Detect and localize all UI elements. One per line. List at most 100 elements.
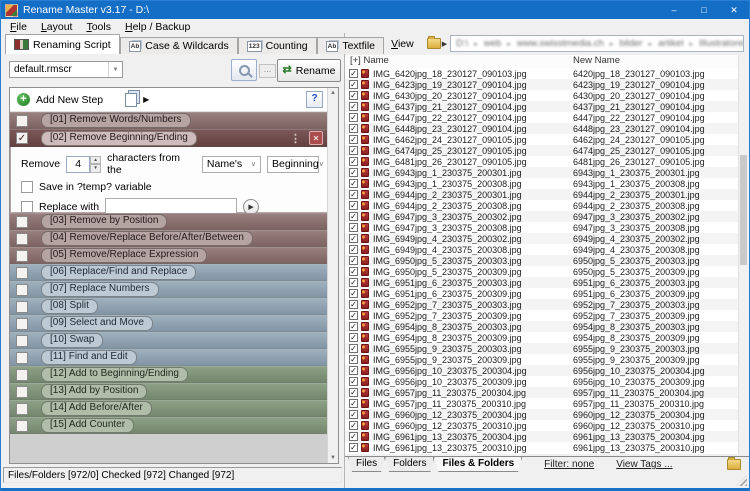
- file-row[interactable]: ✓ IMG_6961jpg_13_230375_200304.jpg 6961j…: [345, 431, 741, 442]
- step-checkbox[interactable]: [16, 233, 28, 245]
- add-new-step-label[interactable]: Add New Step: [36, 94, 103, 106]
- step-checkbox[interactable]: [16, 369, 28, 381]
- file-checkbox[interactable]: ✓: [349, 157, 358, 166]
- resize-grip[interactable]: [736, 475, 747, 486]
- step-checkbox[interactable]: [16, 318, 28, 330]
- step-label[interactable]: [06] Replace/Find and Replace: [41, 265, 196, 280]
- replace-with-checkbox[interactable]: [21, 201, 33, 213]
- file-row[interactable]: ✓ IMG_6949jpg_4_230375_200308.jpg 6949jp…: [345, 244, 741, 255]
- rename-button[interactable]: ⇄ Rename: [277, 59, 341, 82]
- file-checkbox[interactable]: ✓: [349, 322, 358, 331]
- file-list-scrollbar[interactable]: [738, 55, 748, 454]
- script-step[interactable]: [08] Split ⋮ ✕: [10, 298, 328, 315]
- file-row[interactable]: ✓ IMG_6947jpg_3_230375_200302.jpg 6947jp…: [345, 211, 741, 222]
- file-row[interactable]: ✓ IMG_6947jpg_3_230375_200308.jpg 6947jp…: [345, 222, 741, 233]
- tab-case-wildcards[interactable]: AbCase & Wildcards: [120, 37, 238, 54]
- file-row[interactable]: ✓ IMG_6437jpg_21_230127_090104.jpg 6437j…: [345, 101, 741, 112]
- step-checkbox[interactable]: [16, 284, 28, 296]
- breadcrumb-item[interactable]: www.swisstmedia.ch: [517, 38, 604, 49]
- source-select[interactable]: Name's ∨: [202, 156, 261, 173]
- menu-help-backup[interactable]: Help / Backup: [118, 21, 197, 33]
- close-step-button[interactable]: ✕: [309, 131, 323, 145]
- breadcrumb-item[interactable]: web: [484, 38, 501, 49]
- script-step[interactable]: [06] Replace/Find and Replace ⋮ ✕: [10, 264, 328, 281]
- step-checkbox[interactable]: [16, 216, 28, 228]
- file-row[interactable]: ✓ IMG_6944jpg_2_230375_200301.jpg 6944jp…: [345, 189, 741, 200]
- step-checkbox[interactable]: [16, 301, 28, 313]
- file-checkbox[interactable]: ✓: [349, 410, 358, 419]
- save-temp-checkbox[interactable]: [21, 181, 33, 193]
- file-checkbox[interactable]: ✓: [349, 289, 358, 298]
- file-row[interactable]: ✓ IMG_6448jpg_23_230127_090104.jpg 6448j…: [345, 123, 741, 134]
- script-step[interactable]: [04] Remove/Replace Before/After/Between…: [10, 230, 328, 247]
- file-checkbox[interactable]: ✓: [349, 311, 358, 320]
- file-checkbox[interactable]: ✓: [349, 80, 358, 89]
- file-row[interactable]: ✓ IMG_6956jpg_10_230375_200304.jpg 6956j…: [345, 365, 741, 376]
- file-checkbox[interactable]: ✓: [349, 201, 358, 210]
- filter-link[interactable]: Filter: none: [544, 459, 594, 470]
- file-row[interactable]: ✓ IMG_6954jpg_8_230375_200309.jpg 6954jp…: [345, 332, 741, 343]
- file-row[interactable]: ✓ IMG_6957jpg_11_230375_200310.jpg 6957j…: [345, 398, 741, 409]
- step-label[interactable]: [13] Add by Position: [41, 384, 147, 399]
- step-label[interactable]: [12] Add to Beginning/Ending: [41, 367, 188, 382]
- file-row[interactable]: ✓ IMG_6957jpg_11_230375_200304.jpg 6957j…: [345, 387, 741, 398]
- file-row[interactable]: ✓ IMG_6447jpg_22_230127_090104.jpg 6447j…: [345, 112, 741, 123]
- bottom-tab-files-folders[interactable]: Files & Folders: [434, 457, 522, 472]
- more-options-button[interactable]: ...: [259, 64, 276, 78]
- step-checkbox[interactable]: [16, 115, 28, 127]
- step-label[interactable]: [04] Remove/Replace Before/After/Between: [41, 231, 253, 246]
- file-checkbox[interactable]: ✓: [349, 190, 358, 199]
- step-checkbox[interactable]: [16, 335, 28, 347]
- column-header-new-name[interactable]: New Name: [573, 55, 620, 66]
- address-breadcrumb[interactable]: D:\▸web▸www.swisstmedia.ch▸bilder▸artike…: [450, 35, 744, 52]
- close-button[interactable]: ✕: [719, 1, 749, 19]
- paste-menu-arrow-icon[interactable]: ▶: [143, 95, 149, 104]
- step-label[interactable]: [05] Remove/Replace Expression: [41, 248, 207, 263]
- file-checkbox[interactable]: ✓: [349, 355, 358, 364]
- file-checkbox[interactable]: ✓: [349, 421, 358, 430]
- tab-counting[interactable]: 123Counting: [238, 37, 317, 54]
- file-checkbox[interactable]: ✓: [349, 256, 358, 265]
- menu-layout[interactable]: Layout: [34, 21, 80, 33]
- file-checkbox[interactable]: ✓: [349, 300, 358, 309]
- file-row[interactable]: ✓ IMG_6943jpg_1_230375_200308.jpg 6943jp…: [345, 178, 741, 189]
- minimize-button[interactable]: –: [659, 1, 689, 19]
- script-step[interactable]: [09] Select and Move ⋮ ✕: [10, 315, 328, 332]
- file-checkbox[interactable]: ✓: [349, 168, 358, 177]
- scroll-down-icon[interactable]: ▼: [328, 453, 338, 463]
- file-row[interactable]: ✓ IMG_6423jpg_19_230127_090104.jpg 6423j…: [345, 79, 741, 90]
- menu-tools[interactable]: Tools: [79, 21, 118, 33]
- script-step[interactable]: [07] Replace Numbers ⋮ ✕: [10, 281, 328, 298]
- step-label[interactable]: [03] Remove by Position: [41, 214, 167, 229]
- open-folder-button[interactable]: [727, 459, 741, 470]
- file-row[interactable]: ✓ IMG_6949jpg_4_230375_200302.jpg 6949jp…: [345, 233, 741, 244]
- file-checkbox[interactable]: ✓: [349, 432, 358, 441]
- file-checkbox[interactable]: ✓: [349, 179, 358, 188]
- step-label[interactable]: [10] Swap: [41, 333, 103, 348]
- preview-button[interactable]: [231, 59, 257, 81]
- file-checkbox[interactable]: ✓: [349, 135, 358, 144]
- tab-renaming-script[interactable]: Renaming Script: [5, 34, 120, 54]
- char-count-input[interactable]: [66, 156, 90, 173]
- step-checkbox[interactable]: [16, 386, 28, 398]
- file-row[interactable]: ✓ IMG_6956jpg_10_230375_200309.jpg 6956j…: [345, 376, 741, 387]
- step-checkbox[interactable]: [16, 420, 28, 432]
- breadcrumb-item[interactable]: bilder: [619, 38, 642, 49]
- file-row[interactable]: ✓ IMG_6952jpg_7_230375_200303.jpg 6952jp…: [345, 299, 741, 310]
- file-checkbox[interactable]: ✓: [349, 212, 358, 221]
- step-label[interactable]: [01] Remove Words/Numbers: [41, 113, 191, 128]
- file-checkbox[interactable]: ✓: [349, 267, 358, 276]
- file-checkbox[interactable]: ✓: [349, 223, 358, 232]
- menu-file[interactable]: File: [3, 21, 34, 33]
- add-icon[interactable]: +: [17, 93, 30, 106]
- file-row[interactable]: ✓ IMG_6952jpg_7_230375_200309.jpg 6952jp…: [345, 310, 741, 321]
- browse-folder-button[interactable]: ▶: [427, 38, 447, 49]
- paste-steps-icon[interactable]: [125, 93, 137, 107]
- script-step[interactable]: [10] Swap ⋮ ✕: [10, 332, 328, 349]
- file-row[interactable]: ✓ IMG_6955jpg_9_230375_200303.jpg 6955jp…: [345, 343, 741, 354]
- step-checkbox[interactable]: ✓: [16, 132, 28, 144]
- step-checkbox[interactable]: [16, 267, 28, 279]
- scroll-up-icon[interactable]: ▲: [328, 88, 338, 98]
- file-row[interactable]: ✓ IMG_6950jpg_5_230375_200303.jpg 6950jp…: [345, 255, 741, 266]
- position-select[interactable]: Beginning ∨: [267, 156, 319, 173]
